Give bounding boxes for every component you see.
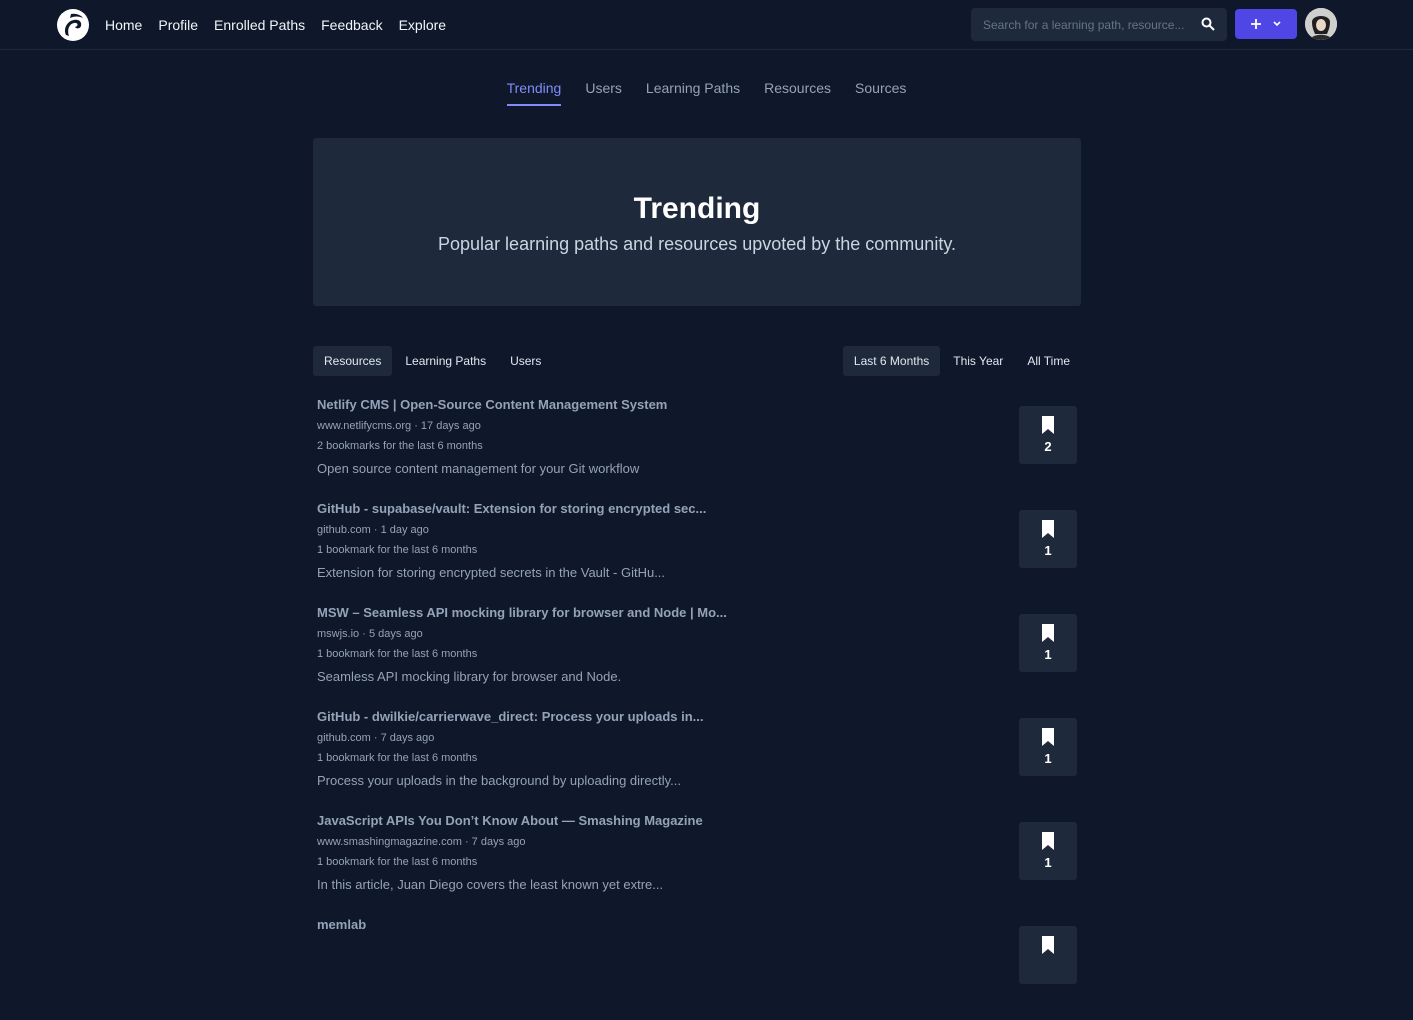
resource-title[interactable]: MSW – Seamless API mocking library for b… <box>317 604 1077 624</box>
bookmark-button[interactable]: 1 <box>1019 510 1077 568</box>
resource-item: memlab <box>317 916 1077 1020</box>
resource-title[interactable]: JavaScript APIs You Don’t Know About — S… <box>317 812 1077 832</box>
resource-bookmark-summary: 1 bookmark for the last 6 months <box>317 544 478 556</box>
tab-users[interactable]: Users <box>585 80 622 106</box>
page-subtitle: Popular learning paths and resources upv… <box>438 234 956 254</box>
bookmark-icon <box>1042 624 1054 642</box>
resource-bookmark-summary: 2 bookmarks for the last 6 months <box>317 440 483 452</box>
bookmark-button[interactable]: 1 <box>1019 718 1077 776</box>
resource-bookmark-summary: 1 bookmark for the last 6 months <box>317 648 478 660</box>
explore-tabs: Trending Users Learning Paths Resources … <box>0 80 1413 106</box>
nav-feedback[interactable]: Feedback <box>321 17 382 33</box>
resource-description: In this article, Juan Diego covers the l… <box>317 877 664 892</box>
resource-bookmark-summary: 1 bookmark for the last 6 months <box>317 856 478 868</box>
nav-explore[interactable]: Explore <box>399 17 446 33</box>
resource-description: Process your uploads in the background b… <box>317 773 681 788</box>
bookmark-icon <box>1042 936 1054 954</box>
tab-trending[interactable]: Trending <box>506 80 561 106</box>
resource-description: Extension for storing encrypted secrets … <box>317 565 666 580</box>
bookmark-button[interactable]: 2 <box>1019 406 1077 464</box>
resource-item: GitHub - dwilkie/carrierwave_direct: Pro… <box>317 708 1077 812</box>
resource-meta: github.com · 1 day ago <box>317 524 429 536</box>
page-title: Trending <box>633 192 761 225</box>
nav-profile[interactable]: Profile <box>158 17 198 33</box>
filter-resources[interactable]: Resources <box>313 346 393 376</box>
bookmark-count: 1 <box>1044 543 1052 558</box>
plus-icon <box>1251 19 1261 29</box>
nav-home[interactable]: Home <box>105 17 142 33</box>
tab-resources[interactable]: Resources <box>764 80 831 106</box>
search-input[interactable] <box>981 16 1195 33</box>
bookmark-icon <box>1042 520 1054 538</box>
filter-learning-paths[interactable]: Learning Paths <box>394 346 497 376</box>
bookmark-button[interactable]: 1 <box>1019 822 1077 880</box>
resource-meta: www.smashingmagazine.com · 7 days ago <box>317 836 526 848</box>
bookmark-count: 1 <box>1044 855 1052 870</box>
resource-item: MSW – Seamless API mocking library for b… <box>317 604 1077 708</box>
resource-meta: www.netlifycms.org · 17 days ago <box>317 420 481 432</box>
app-logo-icon[interactable] <box>57 9 89 41</box>
top-navbar: Home Profile Enrolled Paths Feedback Exp… <box>0 0 1413 50</box>
filter-all-time[interactable]: All Time <box>1016 346 1081 376</box>
bookmark-icon <box>1042 832 1054 850</box>
resource-list: Netlify CMS | Open-Source Content Manage… <box>317 396 1077 1020</box>
create-button[interactable] <box>1235 9 1297 39</box>
bookmark-button[interactable]: 1 <box>1019 614 1077 672</box>
filter-last-6-months[interactable]: Last 6 Months <box>842 346 941 376</box>
time-filters: Last 6 Months This Year All Time <box>842 346 1081 376</box>
bookmark-button[interactable] <box>1019 926 1077 984</box>
resource-bookmark-summary: 1 bookmark for the last 6 months <box>317 752 478 764</box>
resource-title[interactable]: GitHub - supabase/vault: Extension for s… <box>317 500 1077 520</box>
resource-title[interactable]: Netlify CMS | Open-Source Content Manage… <box>317 396 1077 416</box>
resource-item: Netlify CMS | Open-Source Content Manage… <box>317 396 1077 500</box>
tab-sources[interactable]: Sources <box>855 80 906 106</box>
type-filters: Resources Learning Paths Users <box>313 346 552 376</box>
bookmark-count: 1 <box>1044 751 1052 766</box>
user-avatar[interactable] <box>1305 8 1337 40</box>
bookmark-icon <box>1042 416 1054 434</box>
resource-meta: github.com · 7 days ago <box>317 732 435 744</box>
resource-meta: mswjs.io · 5 days ago <box>317 628 423 640</box>
resource-title[interactable]: GitHub - dwilkie/carrierwave_direct: Pro… <box>317 708 1077 728</box>
resource-description: Seamless API mocking library for browser… <box>317 669 622 684</box>
search-box <box>971 8 1227 41</box>
main-nav: Home Profile Enrolled Paths Feedback Exp… <box>105 0 446 49</box>
bookmark-icon <box>1042 728 1054 746</box>
resource-item: JavaScript APIs You Don’t Know About — S… <box>317 812 1077 916</box>
filter-this-year[interactable]: This Year <box>942 346 1014 376</box>
bookmark-count: 2 <box>1044 439 1052 454</box>
bookmark-count: 1 <box>1044 647 1052 662</box>
resource-item: GitHub - supabase/vault: Extension for s… <box>317 500 1077 604</box>
filter-users[interactable]: Users <box>499 346 552 376</box>
resource-description: Open source content management for your … <box>317 461 640 476</box>
nav-enrolled-paths[interactable]: Enrolled Paths <box>214 17 305 33</box>
search-icon[interactable] <box>1201 17 1215 31</box>
trending-hero: Trending Popular learning paths and reso… <box>313 138 1081 306</box>
resource-title[interactable]: memlab <box>317 916 1077 936</box>
chevron-down-icon <box>1273 21 1281 27</box>
tab-learning-paths[interactable]: Learning Paths <box>646 80 740 106</box>
